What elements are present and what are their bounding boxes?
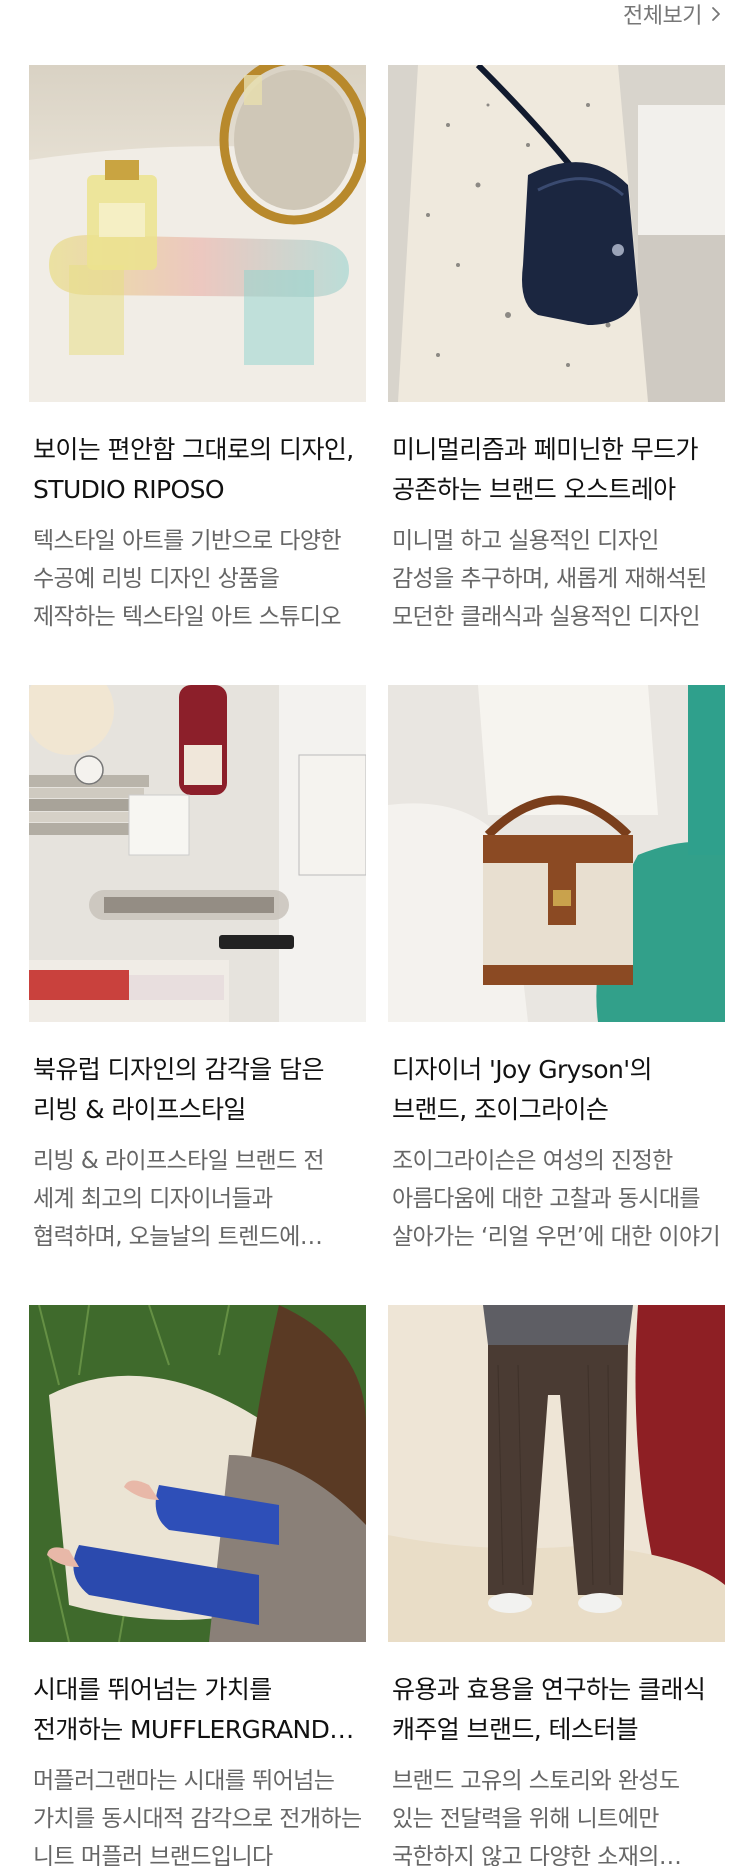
desk-still-life-photo — [29, 685, 366, 1022]
brand-card-image[interactable] — [388, 685, 725, 1022]
brand-card-description: 리빙 & 라이프스타일 브랜드 전 세계 최고의 디자이너들과 협력하며, 오늘… — [33, 1148, 325, 1250]
chevron-right-icon — [712, 7, 720, 21]
brand-card[interactable]: 시대를 뛰어넘는 가치를 전개하는 MUFFLERGRAND 머플러그랜마 머플… — [29, 1305, 366, 1866]
brand-card[interactable]: 유용과 효용을 연구하는 클래식 캐주얼 브랜드, 테스터블 브랜드 고유의 스… — [388, 1305, 725, 1866]
view-all-label: 전체보기 — [623, 4, 702, 29]
brand-card[interactable]: 디자이너 'Joy Gryson'의 브랜드, 조이그라이슨 조이그라이슨은 여… — [388, 685, 725, 1305]
blue-knit-gloves-photo — [29, 1305, 366, 1642]
brand-card-description: 브랜드 고유의 스토리와 완성도 있는 전달력을 위해 니트에만 국한하지 않고… — [392, 1768, 680, 1866]
canvas-bucket-bag-photo — [388, 685, 725, 1022]
brand-card[interactable]: 북유럽 디자인의 감각을 담은 리빙 & 라이프스타일 리빙 & 라이프스타일 … — [29, 685, 366, 1305]
navy-shoulder-bag-photo — [388, 65, 725, 402]
brand-card-description: 조이그라이슨은 여성의 진정한 아름다움에 대한 고찰과 동시대를 살아가는 ‘… — [392, 1148, 721, 1250]
brand-card-image[interactable] — [388, 1305, 725, 1642]
brand-card-description: 텍스타일 아트를 기반으로 다양한 수공예 리빙 디자인 상품을 제작하는 텍스… — [33, 528, 342, 630]
brand-card-description: 미니멀 하고 실용적인 디자인 감성을 추구하며, 새롭게 재해석된 모던한 클… — [392, 528, 707, 630]
brand-card-title: 유용과 효용을 연구하는 클래식 캐주얼 브랜드, 테스터블 — [392, 1675, 706, 1744]
perfume-on-acrylic-stand-photo — [29, 65, 366, 402]
brand-card-title: 미니멀리즘과 페미닌한 무드가 공존하는 브랜드 오스트레아 — [392, 435, 699, 504]
brand-list-page: 전체보기 보이는 편안함 그대로의 디자인, STUDIO RIPOSO 텍스타… — [0, 0, 752, 1866]
brand-card-title: 보이는 편안함 그대로의 디자인, STUDIO RIPOSO — [33, 435, 354, 504]
brand-card[interactable]: 미니멀리즘과 페미닌한 무드가 공존하는 브랜드 오스트레아 미니멀 하고 실용… — [388, 65, 725, 685]
brand-card-image[interactable] — [29, 65, 366, 402]
brand-card-title: 디자이너 'Joy Gryson'의 브랜드, 조이그라이슨 — [392, 1055, 653, 1124]
view-all-link[interactable]: 전체보기 — [623, 0, 724, 29]
brand-card-image[interactable] — [388, 65, 725, 402]
brand-card-title: 북유럽 디자인의 감각을 담은 리빙 & 라이프스타일 — [33, 1055, 324, 1124]
brand-card-description: 머플러그랜마는 시대를 뛰어넘는 가치를 동시대적 감각으로 전개하는 니트 머… — [33, 1768, 362, 1866]
brand-card-image[interactable] — [29, 685, 366, 1022]
brand-card-grid: 보이는 편안함 그대로의 디자인, STUDIO RIPOSO 텍스타일 아트를… — [29, 65, 725, 1866]
brand-card-title: 시대를 뛰어넘는 가치를 전개하는 MUFFLERGRAND 머플러그랜마 — [33, 1675, 330, 1744]
brand-card[interactable]: 보이는 편안함 그대로의 디자인, STUDIO RIPOSO 텍스타일 아트를… — [29, 65, 366, 685]
brand-card-image[interactable] — [29, 1305, 366, 1642]
brown-wool-trousers-photo — [388, 1305, 725, 1642]
